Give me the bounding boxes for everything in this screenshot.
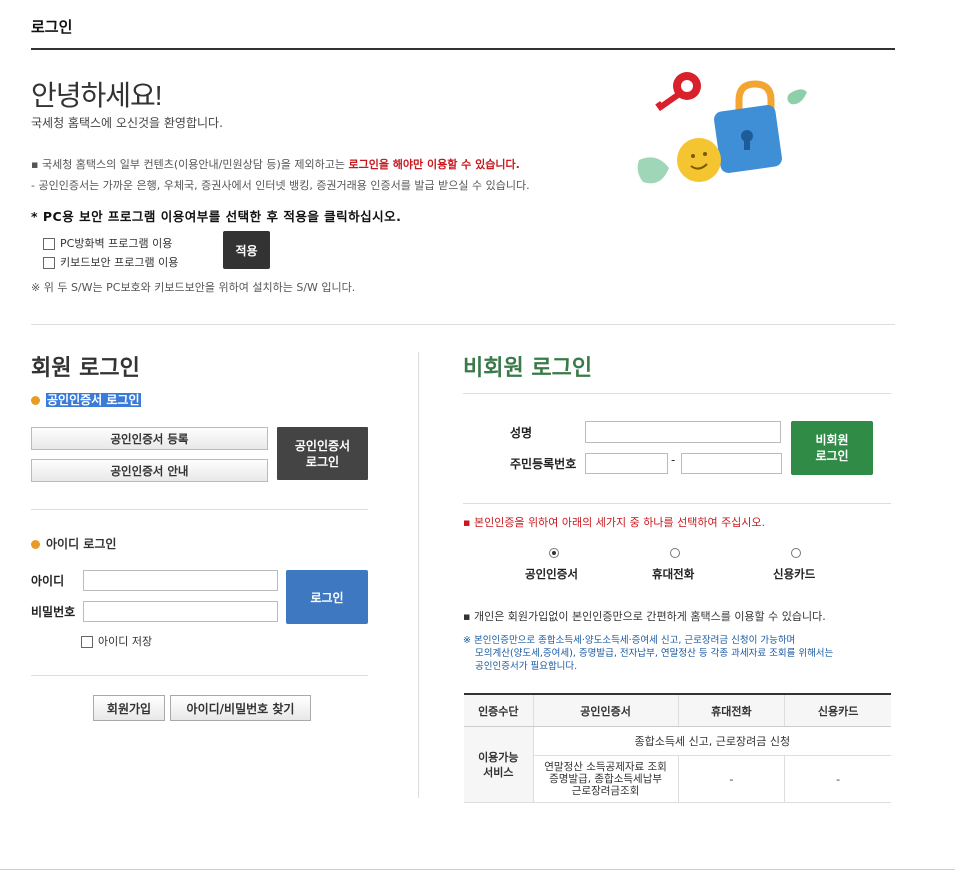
keyboard-security-checkbox[interactable] [43,256,55,269]
page-title: 로그인 [31,18,73,36]
nonmember-login-button[interactable]: 비회원 로그인 [791,421,873,475]
auth-radio-cert[interactable] [549,548,559,558]
table-header: 신용카드 [784,695,891,727]
firewall-checkbox[interactable] [43,237,55,250]
hello-heading: 안녕하세요! [31,80,163,111]
name-input[interactable] [585,421,781,443]
password-input[interactable] [83,601,278,622]
security-illustration [635,64,815,194]
cert-login-button[interactable]: 공인인증서 로그인 [277,427,368,480]
join-button[interactable]: 회원가입 [93,695,165,721]
title-divider [31,48,895,50]
auth-option-cert[interactable]: 공인인증서 [525,566,578,582]
bullet-icon: ▪ [31,158,42,171]
nonmember-login-title: 비회원 로그인 [463,356,593,381]
cert-register-button[interactable]: 공인인증서 등록 [31,427,268,450]
member-divider [31,509,368,510]
keyboard-security-option[interactable]: 키보드보안 프로그램 이용 [43,254,178,270]
welcome-text: 국세청 홈택스에 오신것을 환영합니다. [31,116,223,130]
member-divider [31,675,368,676]
bullet-icon: ▪ [463,516,474,529]
cert-login-heading: 공인인증서 로그인 [46,393,141,407]
bullet-icon: ▪ [463,610,474,623]
select-auth-note: ▪ 본인인증을 위하여 아래의 세가지 중 하나를 선택하여 주십시오. [463,516,766,529]
member-login-title: 회원 로그인 [31,356,140,381]
cert-login-section: 공인인증서 로그인 [31,391,141,408]
table-cell: 종합소득세 신고, 근로장려금 신청 [533,726,891,756]
auth-option-card[interactable]: 신용카드 [773,566,815,582]
auth-radio-phone[interactable] [670,548,680,558]
login-required-note: ▪ 국세청 홈택스의 일부 컨텐츠(이용안내/민원상담 등)을 제외하고는 로그… [31,158,520,171]
column-divider [418,352,419,798]
leaf-icon [637,157,669,184]
id-input[interactable] [83,570,278,591]
service-table: 인증수단 공인인증서 휴대전화 신용카드 이용가능 서비스 종합소득세 신고, 근… [464,693,891,803]
password-label: 비밀번호 [31,605,76,619]
cert-issue-note: - 공인인증서는 가까운 은행, 우체국, 증권사에서 인터넷 뱅킹, 증권거래… [31,179,530,192]
auth-warning: ※ 본인인증만으로 종합소득세·양도소득세·증여세 신고, 근로장려금 신청이 … [463,635,834,672]
id-login-section: 아이디 로그인 [31,535,116,552]
auth-radio-card[interactable] [791,548,801,558]
table-header: 인증수단 [464,695,534,727]
security-footnote: ※ 위 두 S/W는 PC보호와 키보드보안을 위하여 설치하는 S/W 입니다… [31,281,356,294]
orange-bullet-icon [31,540,40,549]
table-cell: - [678,755,786,803]
lock-icon [714,80,782,173]
rrn-front-input[interactable] [585,453,668,474]
rrn-back-input[interactable] [681,453,782,474]
rrn-label: 주민등록번호 [510,457,577,471]
security-program-title: * PC용 보안 프로그램 이용여부를 선택한 후 적용을 클릭하십시오. [31,209,402,224]
auth-option-phone[interactable]: 휴대전화 [652,566,694,582]
apply-button[interactable]: 적용 [223,231,270,269]
row-label: 이용가능 서비스 [464,726,534,803]
table-cell: 연말정산 소득공제자료 조회 증명발급, 종합소득세납부 근로장려금조회 [533,755,679,803]
find-account-button[interactable]: 아이디/비밀번호 찾기 [170,695,311,721]
nonmember-divider [463,503,891,504]
name-label: 성명 [510,426,533,440]
firewall-option[interactable]: PC방화벽 프로그램 이용 [43,235,172,251]
table-header: 공인인증서 [533,695,679,727]
save-id-checkbox[interactable] [81,635,93,648]
id-label: 아이디 [31,574,65,588]
footer-divider [0,869,955,870]
orange-bullet-icon [31,396,40,405]
rrn-dash: - [671,453,676,467]
key-icon [655,72,701,111]
login-required-emphasis: 로그인을 해야만 이용할 수 있습니다. [348,158,520,171]
smiley-icon [677,138,721,182]
cert-guide-button[interactable]: 공인인증서 안내 [31,459,268,482]
save-id-option[interactable]: 아이디 저장 [81,633,152,649]
login-button[interactable]: 로그인 [286,570,368,624]
section-divider [31,324,895,325]
table-cell: - [784,755,891,803]
nonmember-divider [463,393,891,394]
simple-auth-note: ▪ 개인은 회원가입없이 본인인증만으로 간편하게 홈택스를 이용할 수 있습니… [463,610,826,623]
leaf-icon [787,89,807,105]
table-header: 휴대전화 [678,695,786,727]
